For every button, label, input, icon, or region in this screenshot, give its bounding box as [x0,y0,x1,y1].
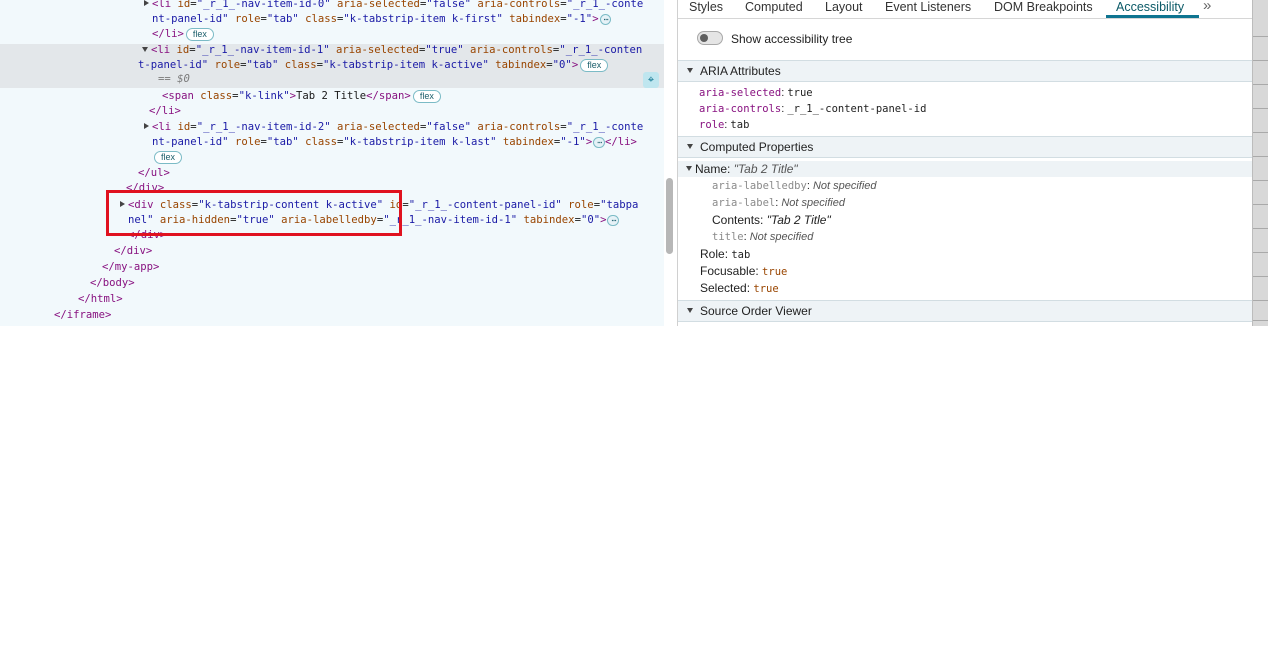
dom-close-div[interactable]: </div> [0,228,658,243]
tab-accessibility[interactable]: Accessibility [1116,0,1184,14]
edge-tick [1253,60,1268,61]
collapsed-ellipsis-icon[interactable]: ⋯ [599,13,612,25]
collapsed-ellipsis-icon[interactable]: ⋯ [593,136,606,148]
toggle-knob [700,34,708,42]
source-order-viewer-header[interactable]: Source Order Viewer [678,300,1252,322]
dom-node-li-0[interactable]: <li id="_r_1_-nav-item-id-0" aria-select… [0,0,658,12]
dom-close-html[interactable]: </html> [0,292,658,307]
dom-node-content-panel-cont[interactable]: nel" aria-hidden="true" aria-labelledby=… [0,213,658,228]
flex-badge[interactable]: flex [154,150,183,164]
dom-close-li[interactable]: </li> [0,104,658,119]
tab-layout[interactable]: Layout [825,0,863,14]
pick-element-icon[interactable]: ⌖ [643,72,659,88]
edge-tick [1253,156,1268,157]
window-edge-scrollbar[interactable] [1252,0,1268,326]
expand-triangle-icon[interactable] [120,201,125,207]
collapsed-ellipsis-icon[interactable]: ⋯ [607,214,620,226]
accessibility-tree-toggle[interactable] [697,31,723,45]
collapse-triangle-icon[interactable] [687,308,693,314]
dom-node-li-2-cont[interactable]: nt-panel-id" role="tab" class="k-tabstri… [0,135,658,150]
dom-close-div[interactable]: </div> [0,244,658,259]
dom-close-ul[interactable]: </ul> [0,166,658,181]
computed-properties-header[interactable]: Computed Properties [678,136,1252,158]
collapse-triangle-icon[interactable] [687,68,693,74]
dom-node-li-0-cont[interactable]: nt-panel-id" role="tab" class="k-tabstri… [0,12,658,27]
dom-node-li-2[interactable]: <li id="_r_1_-nav-item-id-2" aria-select… [0,120,658,135]
dom-close-body[interactable]: </body> [0,276,658,291]
tab-dom-breakpoints[interactable]: DOM Breakpoints [994,0,1093,14]
tab-styles[interactable]: Styles [689,0,723,14]
flex-badge[interactable]: flex [412,89,441,103]
dom-node-content-panel[interactable]: <div class="k-tabstrip-content k-active"… [0,198,658,213]
dom-close-iframe[interactable]: </iframe> [0,308,658,323]
aria-attr-row: aria-selected: true [699,87,813,99]
dom-close-my-app[interactable]: </my-app> [0,260,658,275]
edge-tick [1253,132,1268,133]
name-source-row: aria-labelledby: Not specified [712,180,877,192]
aria-attributes-header[interactable]: ARIA Attributes [678,60,1252,82]
dom-node-span[interactable]: <span class="k-link">Tab 2 Title</span> f… [0,89,658,104]
edge-tick [1253,320,1268,321]
edge-tick [1253,36,1268,37]
dom-flex-badge-line: flex [0,150,658,165]
name-source-row: title: Not specified [712,231,814,243]
collapse-triangle-icon[interactable] [142,46,148,52]
aria-attr-row: aria-controls: _r_1_-content-panel-id [699,103,927,115]
aria-attr-row: role: tab [699,119,750,131]
edge-tick [1253,300,1268,301]
expand-triangle-icon[interactable] [144,0,149,6]
elements-scrollbar[interactable] [666,178,673,254]
computed-focusable-row: Focusable: true [700,264,788,278]
edge-tick [1253,180,1268,181]
collapse-triangle-icon[interactable] [687,144,693,150]
dom-node-li-1-selected[interactable]: <li id="_r_1_-nav-item-id-1" aria-select… [0,43,658,58]
edge-tick [1253,204,1268,205]
accessibility-tree-toggle-row: Show accessibility tree [678,28,1252,52]
computed-selected-row: Selected: true [700,281,779,295]
more-tabs-icon[interactable]: » [1203,0,1211,14]
dom-selected-marker: == $0 [158,73,190,85]
edge-tick [1253,84,1268,85]
active-tab-indicator [1106,15,1199,18]
flex-badge[interactable]: flex [580,58,609,72]
elements-tree: <li id="_r_1_-nav-item-id-0" aria-select… [0,0,664,326]
tab-computed[interactable]: Computed [745,0,803,14]
dom-node-li-1-cont[interactable]: t-panel-id" role="tab" class="k-tabstrip… [0,58,658,73]
edge-tick [1253,108,1268,109]
edge-tick [1253,276,1268,277]
expand-triangle-icon[interactable] [144,123,149,129]
devtools-panel: <li id="_r_1_-nav-item-id-0" aria-select… [0,0,1268,326]
edge-tick [1253,228,1268,229]
sidebar-tabs: Styles Computed Layout Event Listeners D… [678,0,1252,19]
dom-close-div[interactable]: </div> [0,181,658,196]
dom-close-li[interactable]: </li> flex [0,27,658,42]
toggle-label: Show accessibility tree [731,32,853,46]
name-source-row: Contents: "Tab 2 Title" [712,213,831,227]
edge-tick [1253,252,1268,253]
tab-event-listeners[interactable]: Event Listeners [885,0,971,14]
computed-name-row[interactable]: Name: "Tab 2 Title" [678,161,1252,177]
flex-badge[interactable]: flex [185,27,214,41]
name-source-row: aria-label: Not specified [712,197,845,209]
computed-role-row: Role: tab [700,247,751,261]
collapse-triangle-icon[interactable] [686,166,692,172]
sidebar-panel: Styles Computed Layout Event Listeners D… [678,0,1252,326]
